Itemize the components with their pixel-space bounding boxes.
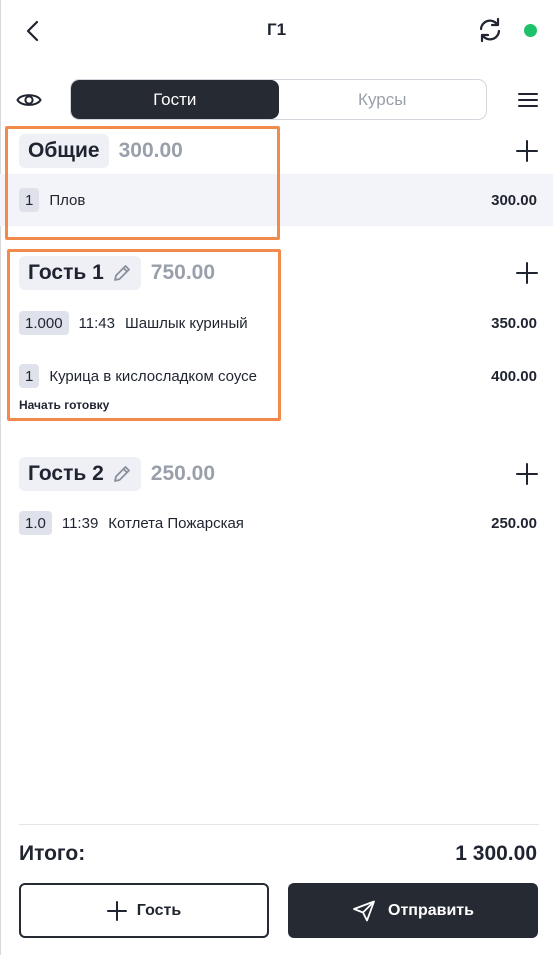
item-name: Плов bbox=[49, 191, 86, 209]
send-icon bbox=[353, 900, 375, 921]
item-time: 11:39 bbox=[61, 514, 99, 532]
plus-icon bbox=[516, 463, 538, 485]
item-name: Курица в кисло­сладком соусе bbox=[49, 367, 257, 385]
tab-guests[interactable]: Гости bbox=[71, 80, 279, 119]
sync-button[interactable] bbox=[475, 15, 505, 45]
item-price: 350.00 bbox=[491, 314, 537, 332]
item-quantity: 1 bbox=[19, 364, 40, 388]
menu-button[interactable] bbox=[515, 88, 541, 112]
item-price: 300.00 bbox=[491, 191, 537, 209]
footer-divider bbox=[19, 824, 539, 825]
add-guest-button[interactable]: Гость bbox=[19, 883, 269, 938]
order-item-row[interactable]: 1 Плов 300.00 bbox=[0, 174, 553, 226]
group-name-chip[interactable]: Общие bbox=[19, 134, 109, 168]
group-name-chip[interactable]: Гость 1 bbox=[19, 256, 141, 290]
left-edge bbox=[0, 0, 1, 955]
group-total: 300.00 bbox=[118, 139, 183, 162]
plus-icon bbox=[106, 900, 127, 921]
group-name-chip[interactable]: Гость 2 bbox=[19, 457, 141, 491]
view-tabs: Гости Курсы bbox=[70, 79, 487, 120]
hamburger-menu-icon bbox=[518, 93, 538, 107]
total-label: Итого: bbox=[19, 842, 86, 865]
item-name: Шашлык куриный bbox=[124, 314, 248, 332]
add-item-button[interactable] bbox=[513, 137, 541, 165]
order-item-row[interactable]: 1.0 11:39 Котлета Пожарская 250.00 bbox=[0, 497, 553, 549]
page-title: Г1 bbox=[266, 20, 287, 39]
tab-courses[interactable]: Курсы bbox=[279, 80, 487, 119]
group-name: Гость 1 bbox=[28, 261, 104, 284]
add-guest-label: Гость bbox=[136, 901, 182, 919]
item-quantity: 1.0 bbox=[19, 511, 52, 535]
group-total: 750.00 bbox=[150, 261, 216, 284]
group-header-common: Общие 300.00 bbox=[19, 134, 183, 168]
group-name: Гость 2 bbox=[28, 462, 104, 485]
pencil-icon bbox=[113, 466, 130, 482]
refresh-icon bbox=[479, 17, 501, 43]
group-header-guest-2: Гость 2 250.00 bbox=[19, 457, 215, 491]
order-item-row[interactable]: 1 Курица в кисло­сладком соусе 400.00 bbox=[0, 350, 553, 402]
pencil-icon bbox=[113, 265, 130, 281]
send-button[interactable]: Отправить bbox=[288, 883, 538, 938]
online-status-dot bbox=[524, 24, 537, 37]
top-bar: Г1 bbox=[0, 0, 553, 60]
group-total: 250.00 bbox=[150, 462, 216, 485]
add-item-button[interactable] bbox=[513, 460, 541, 488]
order-item-row[interactable]: 1.000 11:43 Шашлык куриный 350.00 bbox=[0, 297, 553, 349]
item-quantity: 1 bbox=[19, 188, 40, 212]
visibility-toggle[interactable] bbox=[14, 86, 44, 114]
add-item-button[interactable] bbox=[513, 259, 541, 287]
group-name: Общие bbox=[28, 139, 100, 162]
send-label: Отправить bbox=[388, 901, 474, 919]
total-value: 1 300.00 bbox=[455, 842, 537, 865]
item-name: Котлета Пожарская bbox=[108, 514, 244, 532]
plus-icon bbox=[516, 140, 538, 162]
start-cooking-link[interactable]: Начать готовку bbox=[19, 398, 109, 412]
item-price: 400.00 bbox=[491, 367, 537, 385]
eye-icon bbox=[16, 94, 42, 106]
item-time: 11:43 bbox=[78, 314, 115, 332]
plus-icon bbox=[516, 262, 538, 284]
item-quantity: 1.000 bbox=[19, 311, 69, 335]
item-price: 250.00 bbox=[491, 514, 537, 532]
group-header-guest-1: Гость 1 750.00 bbox=[19, 256, 215, 290]
